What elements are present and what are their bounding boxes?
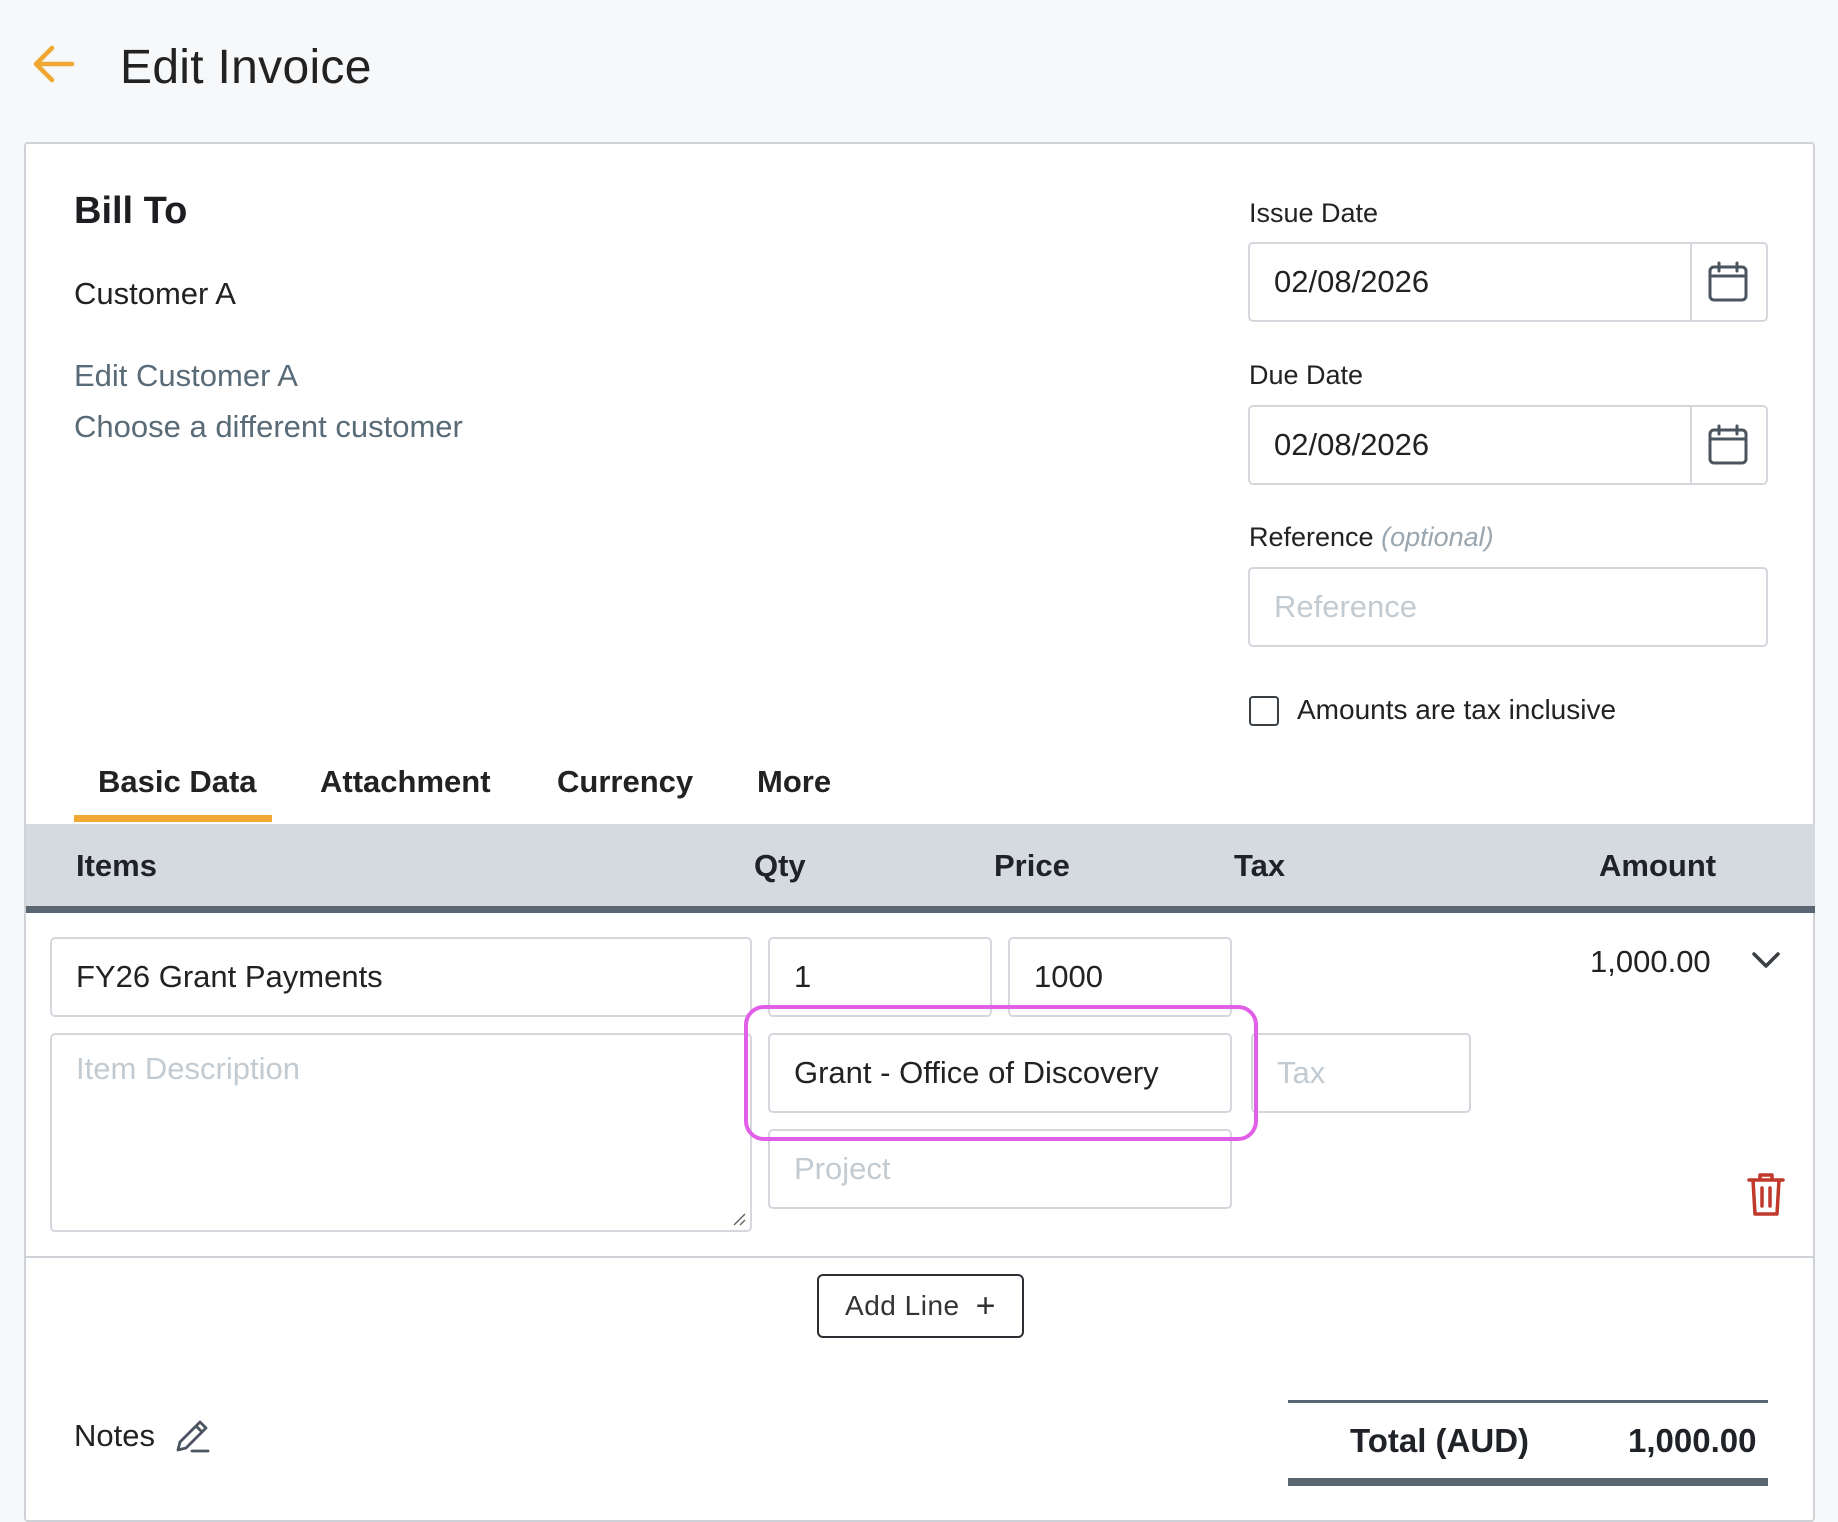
calendar-icon[interactable] <box>1707 261 1749 303</box>
item-description-textarea[interactable]: Item Description <box>50 1033 752 1232</box>
back-arrow-icon[interactable] <box>28 38 80 90</box>
item-name-input[interactable]: FY26 Grant Payments <box>50 937 752 1017</box>
customer-name: Customer A <box>74 276 236 311</box>
tax-inclusive-checkbox[interactable] <box>1249 696 1279 726</box>
col-amount: Amount <box>1599 848 1717 883</box>
total-label: Total (AUD) <box>1350 1422 1530 1459</box>
reference-label: Reference (optional) <box>1249 522 1494 552</box>
trash-icon[interactable] <box>1745 1170 1787 1218</box>
add-line-label: Add Line <box>845 1290 960 1321</box>
optional-hint: (optional) <box>1381 522 1494 552</box>
issue-date-value: 02/08/2026 <box>1274 264 1430 299</box>
tab-attachment[interactable]: Attachment <box>320 764 491 800</box>
project-select[interactable]: Project <box>768 1129 1232 1209</box>
col-tax: Tax <box>1234 848 1286 883</box>
due-date-value: 02/08/2026 <box>1274 427 1430 462</box>
item-description-placeholder: Item Description <box>76 1051 300 1086</box>
active-tab-indicator <box>74 815 272 822</box>
issue-date-field[interactable]: 02/08/2026 <box>1248 242 1768 322</box>
row-divider <box>26 1256 1815 1258</box>
resize-grip-icon[interactable] <box>732 1212 746 1226</box>
due-date-field[interactable]: 02/08/2026 <box>1248 405 1768 485</box>
price-input[interactable]: 1000 <box>1008 937 1232 1017</box>
plus-icon: + <box>975 1287 996 1325</box>
total-top-rule <box>1288 1400 1768 1403</box>
col-price: Price <box>994 848 1070 883</box>
issue-date-label: Issue Date <box>1249 198 1379 228</box>
bill-to-heading: Bill To <box>74 190 188 232</box>
chevron-down-icon[interactable] <box>1748 942 1784 978</box>
due-date-label: Due Date <box>1249 360 1364 390</box>
page-title: Edit Invoice <box>120 41 372 94</box>
tab-basic-data[interactable]: Basic Data <box>98 764 257 800</box>
tab-currency[interactable]: Currency <box>557 764 693 800</box>
calendar-icon[interactable] <box>1707 424 1749 466</box>
table-header <box>26 824 1815 913</box>
reference-input[interactable]: Reference <box>1248 567 1768 647</box>
col-items: Items <box>76 848 157 883</box>
edit-customer-link[interactable]: Edit Customer A <box>74 358 298 394</box>
notes-label: Notes <box>74 1418 155 1453</box>
tax-inclusive-label: Amounts are tax inclusive <box>1297 694 1617 725</box>
tab-more[interactable]: More <box>757 764 831 800</box>
col-qty: Qty <box>754 848 806 883</box>
account-select[interactable]: Grant - Office of Discovery <box>768 1033 1232 1113</box>
total-value: 1,000.00 <box>1628 1422 1757 1459</box>
total-bottom-rule <box>1288 1478 1768 1486</box>
line-amount: 1,000.00 <box>1590 944 1711 979</box>
add-line-button[interactable]: Add Line + <box>817 1274 1024 1338</box>
choose-customer-link[interactable]: Choose a different customer <box>74 409 463 445</box>
pencil-icon[interactable] <box>172 1416 212 1456</box>
qty-input[interactable]: 1 <box>768 937 992 1017</box>
tax-select[interactable]: Tax <box>1251 1033 1471 1113</box>
